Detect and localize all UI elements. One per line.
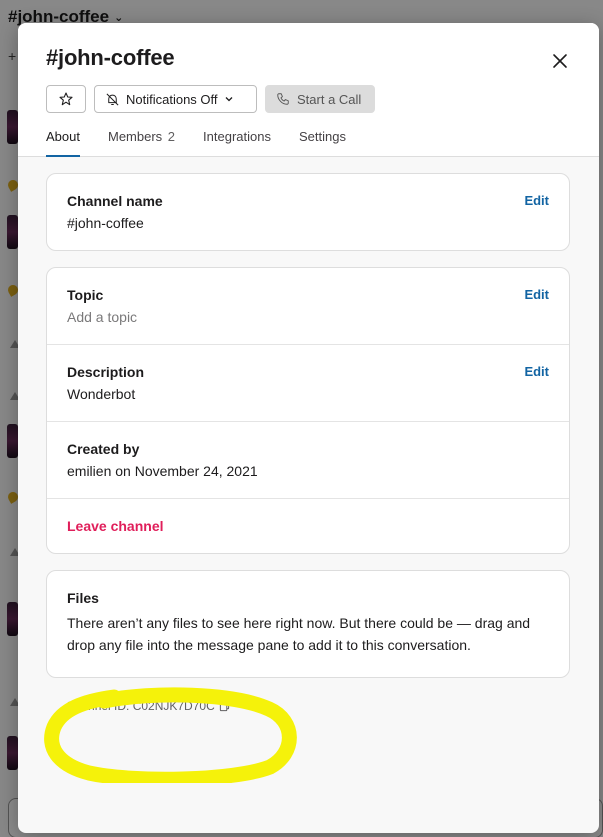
tab-members[interactable]: Members 2 (108, 129, 175, 157)
close-icon (553, 54, 567, 68)
channel-name-card[interactable]: Channel name #john-coffee Edit (46, 173, 570, 251)
modal-title: #john-coffee (46, 45, 175, 70)
leave-channel-link[interactable]: Leave channel (67, 518, 164, 534)
topic-section[interactable]: Topic Add a topic Edit (47, 268, 569, 345)
star-icon (59, 92, 73, 106)
leave-section: Leave channel (47, 499, 569, 553)
bell-off-icon (106, 93, 119, 105)
phone-icon (277, 93, 289, 105)
channel-name-label: Channel name (67, 193, 163, 209)
topic-value: Add a topic (67, 309, 138, 325)
star-button[interactable] (46, 85, 86, 113)
modal-header: #john-coffee Notifications Off Start a C… (18, 23, 599, 157)
tab-label: About (46, 129, 80, 144)
modal-tabs: About Members 2 Integrations Settings (46, 129, 346, 157)
start-call-label: Start a Call (297, 91, 362, 107)
description-section[interactable]: Description Wonderbot Edit (47, 345, 569, 422)
edit-topic-link[interactable]: Edit (524, 287, 549, 302)
modal-actions: Notifications Off Start a Call (46, 85, 375, 113)
highlight-circle-annotation (44, 687, 297, 783)
edit-description-link[interactable]: Edit (524, 364, 549, 379)
description-label: Description (67, 364, 145, 380)
start-call-button[interactable]: Start a Call (265, 85, 375, 113)
notifications-button[interactable]: Notifications Off (94, 85, 257, 113)
tab-integrations[interactable]: Integrations (203, 129, 271, 157)
tab-label: Members (107, 129, 163, 144)
files-label: Files (67, 590, 99, 606)
tab-label: Integrations (203, 129, 271, 144)
created-by-value: emilien on November 24, 2021 (67, 463, 258, 479)
created-by-label: Created by (67, 441, 140, 457)
files-card: Files There aren’t any files to see here… (46, 570, 570, 678)
notifications-label: Notifications Off (126, 91, 218, 107)
topic-label: Topic (67, 287, 104, 303)
channel-details-modal: #john-coffee Notifications Off Start a C… (18, 23, 599, 833)
description-value: Wonderbot (67, 386, 136, 402)
channel-name-section: Channel name #john-coffee Edit (47, 174, 569, 250)
files-section: Files There aren’t any files to see here… (47, 571, 569, 656)
files-empty-text: There aren’t any files to see here right… (67, 615, 531, 653)
tab-about[interactable]: About (46, 129, 80, 157)
edit-channel-name-link[interactable]: Edit (524, 193, 549, 208)
tab-settings[interactable]: Settings (299, 129, 346, 157)
channel-details-card: Topic Add a topic Edit Description Wonde… (46, 267, 570, 554)
channel-name-value: #john-coffee (67, 215, 144, 231)
close-button[interactable] (548, 49, 572, 73)
created-by-section: Created by emilien on November 24, 2021 (47, 422, 569, 499)
tab-label: Settings (298, 129, 346, 144)
chevron-down-icon (225, 97, 232, 102)
members-count: 2 (167, 129, 176, 144)
